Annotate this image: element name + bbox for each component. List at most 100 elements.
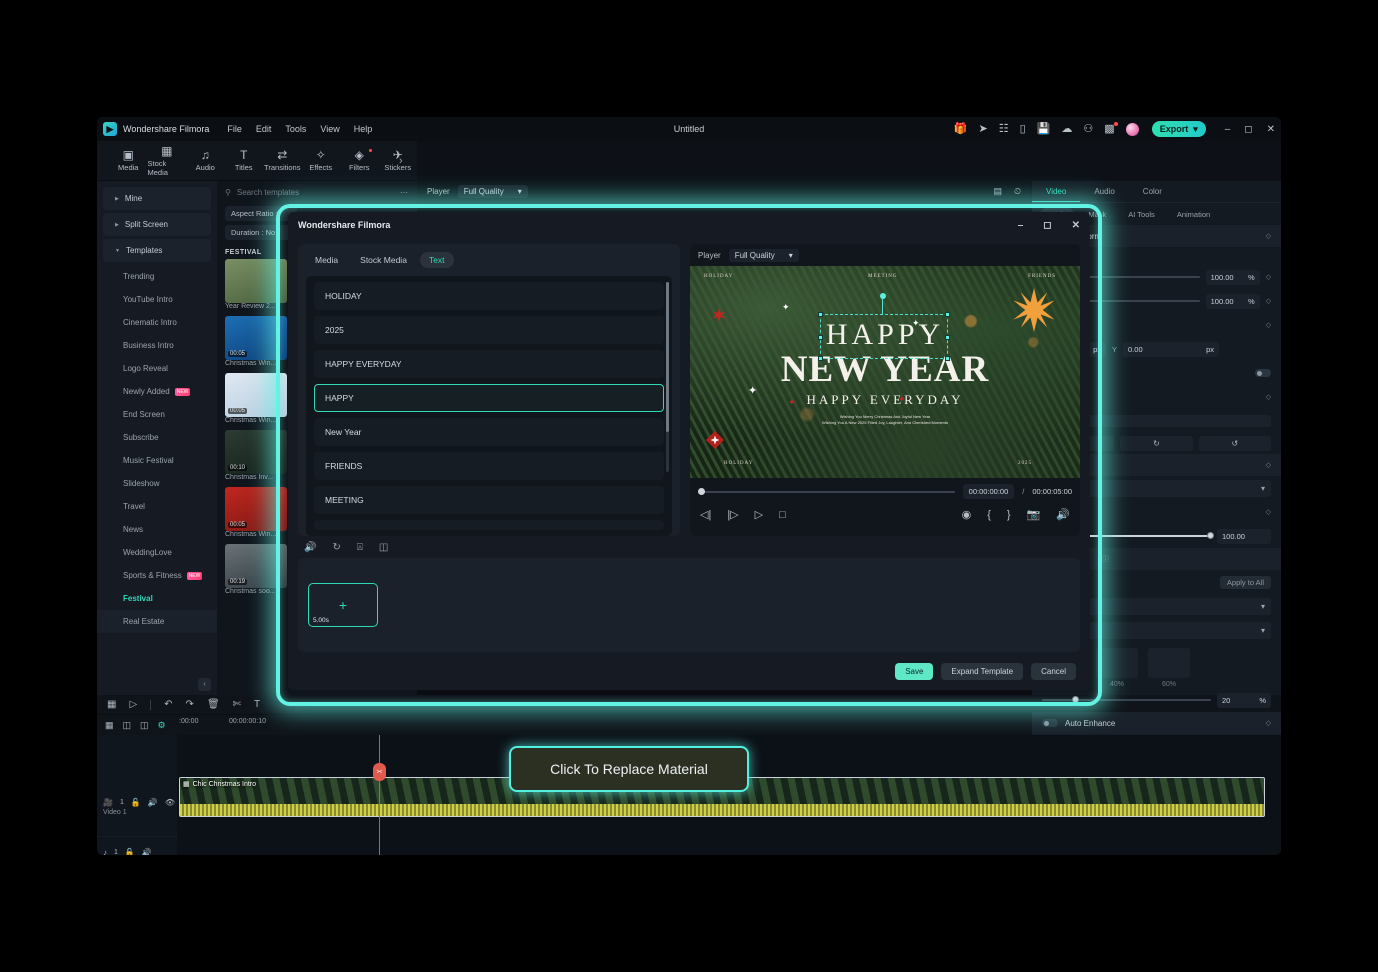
replace-material-tooltip[interactable]: Click To Replace Material xyxy=(509,746,749,792)
keyframe-icon[interactable]: ◇ xyxy=(1266,232,1271,240)
toolbar-tab-stock-media[interactable]: ▦ Stock Media xyxy=(148,145,187,177)
track-header-audio-1[interactable]: ♪ 1 🔓 🔊 Audio 1 xyxy=(97,837,177,856)
text-selection-box[interactable] xyxy=(818,293,950,361)
sidebar-item-cinematic-intro[interactable]: Cinematic Intro xyxy=(97,311,217,334)
modal-quality-select[interactable]: Full Quality ▾ xyxy=(728,248,799,262)
toolbar-tab-titles[interactable]: T Titles xyxy=(225,149,264,172)
preset-40[interactable]: 40% xyxy=(1096,648,1138,688)
mark-in-icon[interactable]: { xyxy=(987,509,991,521)
cloud-icon[interactable]: ☁ xyxy=(1061,123,1072,135)
keyframe-icon[interactable]: ◇ xyxy=(1266,273,1271,281)
close-icon[interactable]: ✕ xyxy=(1267,124,1275,135)
list-scrollbar[interactable] xyxy=(666,282,669,472)
next-frame-icon[interactable]: |▷ xyxy=(727,508,738,521)
cancel-button[interactable]: Cancel xyxy=(1031,662,1076,680)
playhead-handle[interactable]: ✂ xyxy=(373,763,386,781)
sidebar-item-music-festival[interactable]: Music Festival xyxy=(97,449,217,472)
add-track-icon[interactable]: ▦ xyxy=(105,720,114,731)
track-header-video-1[interactable]: 🎥 1 🔓 🔊 👁 Video 1 xyxy=(97,777,177,837)
modal-text-list[interactable]: HOLIDAY 2025 HAPPY EVERYDAY HAPPY New Ye… xyxy=(306,276,672,536)
delete-icon[interactable]: 🗑 xyxy=(207,699,220,710)
rotate-right-button[interactable]: ↺ xyxy=(1198,436,1271,451)
rotate-left-button[interactable]: ↻ xyxy=(1120,436,1193,451)
text-item[interactable]: MEETING xyxy=(314,486,664,514)
redo-icon[interactable]: ↷ xyxy=(186,699,194,710)
keyframe-icon[interactable]: ◇ xyxy=(1266,321,1271,329)
expand-template-button[interactable]: Expand Template xyxy=(941,662,1024,680)
text-item[interactable]: FRIENDS xyxy=(314,452,664,480)
text-item[interactable]: HOLIDAY xyxy=(314,282,664,310)
sidebar-group-split-screen[interactable]: ▶ Split Screen xyxy=(103,213,211,236)
menu-item-help[interactable]: Help xyxy=(354,124,373,134)
modal-preview-stage[interactable]: HOLIDAY MEETING FRIENDS HOLIDAY 2025 ✦ ✦… xyxy=(690,266,1080,478)
add-material-button[interactable]: + 5.00s xyxy=(308,583,378,627)
menu-item-tools[interactable]: Tools xyxy=(285,124,306,134)
maximize-icon[interactable]: ◻ xyxy=(1244,124,1252,135)
feedback-icon[interactable]: ☷ xyxy=(999,123,1009,135)
subtab-animation[interactable]: Animation xyxy=(1169,208,1218,221)
save-icon[interactable]: 💾 xyxy=(1037,123,1051,135)
panel-icon[interactable]: ▯ xyxy=(1020,123,1026,135)
resize-handle-bl[interactable] xyxy=(818,356,823,361)
playhead[interactable]: ✂ xyxy=(373,735,386,855)
menu-item-view[interactable]: View xyxy=(320,124,339,134)
sidebar-item-travel[interactable]: Travel xyxy=(97,495,217,518)
text-icon[interactable]: T xyxy=(254,699,260,710)
lock-icon[interactable]: 🔓 xyxy=(131,798,141,807)
preset-swatch[interactable] xyxy=(1096,648,1138,678)
tab-color[interactable]: Color xyxy=(1129,181,1176,202)
grid-view-icon[interactable]: ▤ xyxy=(993,186,1002,197)
undo-icon[interactable]: ↶ xyxy=(164,699,172,710)
sidebar-item-sports-fitness[interactable]: Sports & Fitness NEW xyxy=(97,564,217,587)
snapshot-icon[interactable]: 📷 xyxy=(1027,508,1041,521)
resize-handle-tr[interactable] xyxy=(945,312,950,317)
sidebar-item-end-screen[interactable]: End Screen xyxy=(97,403,217,426)
marker-icon[interactable]: ◫ xyxy=(123,720,132,731)
toolbar-tab-transitions[interactable]: ⇄ Transitions xyxy=(263,149,302,172)
mute-icon[interactable]: 🔊 xyxy=(148,798,158,807)
subtab-ai-tools[interactable]: AI Tools xyxy=(1120,208,1163,221)
resize-handle-br[interactable] xyxy=(945,356,950,361)
scale-x-field[interactable]: 100.00 % xyxy=(1205,269,1260,285)
lock-icon[interactable]: 🔓 xyxy=(125,848,135,856)
scale-y-field[interactable]: 100.00 % xyxy=(1205,293,1260,309)
menu-item-edit[interactable]: Edit xyxy=(256,124,272,134)
sidebar-item-weddinglove[interactable]: WeddingLove xyxy=(97,541,217,564)
toolbar-tab-filters[interactable]: ◈ Filters xyxy=(340,149,379,172)
sidebar-item-festival[interactable]: Festival xyxy=(97,587,217,610)
toolbar-tab-stickers[interactable]: ✈ Stickers xyxy=(379,149,418,172)
sidebar-item-news[interactable]: News xyxy=(97,518,217,541)
more-dots-icon[interactable]: ⋯ xyxy=(400,188,409,197)
toolbar-tab-effects[interactable]: ✧ Effects xyxy=(302,149,341,172)
resize-handle-tl[interactable] xyxy=(818,312,823,317)
adjust-icon[interactable]: ◫ xyxy=(379,542,388,553)
sidebar-item-youtube-intro[interactable]: YouTube Intro xyxy=(97,288,217,311)
quality-select[interactable]: Full Quality ▾ xyxy=(457,184,528,198)
minimize-icon[interactable]: – xyxy=(1018,220,1024,231)
prev-frame-icon[interactable]: ◁| xyxy=(700,508,711,521)
collapse-sidebar-button[interactable]: ‹ xyxy=(198,678,211,691)
crop-icon[interactable]: ⍓ xyxy=(357,542,363,553)
sidebar-item-newly-added[interactable]: Newly Added NEW xyxy=(97,380,217,403)
rotate-handle[interactable] xyxy=(879,293,886,315)
keyframe-icon[interactable]: ◇ xyxy=(1266,297,1271,305)
info-icon[interactable]: ⓘ xyxy=(1102,554,1109,564)
text-item-selected[interactable]: HAPPY xyxy=(314,384,664,412)
text-item[interactable]: New Year xyxy=(314,418,664,446)
tab-video[interactable]: Video xyxy=(1032,181,1081,202)
maximize-icon[interactable]: ◻ xyxy=(1043,220,1051,231)
resize-handle-l[interactable] xyxy=(818,335,823,340)
play-icon[interactable]: ▷ xyxy=(755,508,763,521)
stats-icon[interactable]: ▩ xyxy=(1104,121,1118,135)
search-input[interactable]: Search templates xyxy=(237,188,299,197)
close-icon[interactable]: ✕ xyxy=(1072,220,1080,231)
stop-icon[interactable]: □ xyxy=(779,509,786,521)
sidebar-item-subscribe[interactable]: Subscribe xyxy=(97,426,217,449)
text-item[interactable]: 2025 xyxy=(314,316,664,344)
sidebar-item-trending[interactable]: Trending xyxy=(97,265,217,288)
preset-60[interactable]: 60% xyxy=(1148,648,1190,688)
rotate-icon[interactable]: ↻ xyxy=(332,542,340,553)
select-tool-icon[interactable]: ▷ xyxy=(129,699,137,710)
opacity-field[interactable]: 100.00 xyxy=(1217,528,1271,544)
avatar[interactable] xyxy=(1125,122,1139,136)
